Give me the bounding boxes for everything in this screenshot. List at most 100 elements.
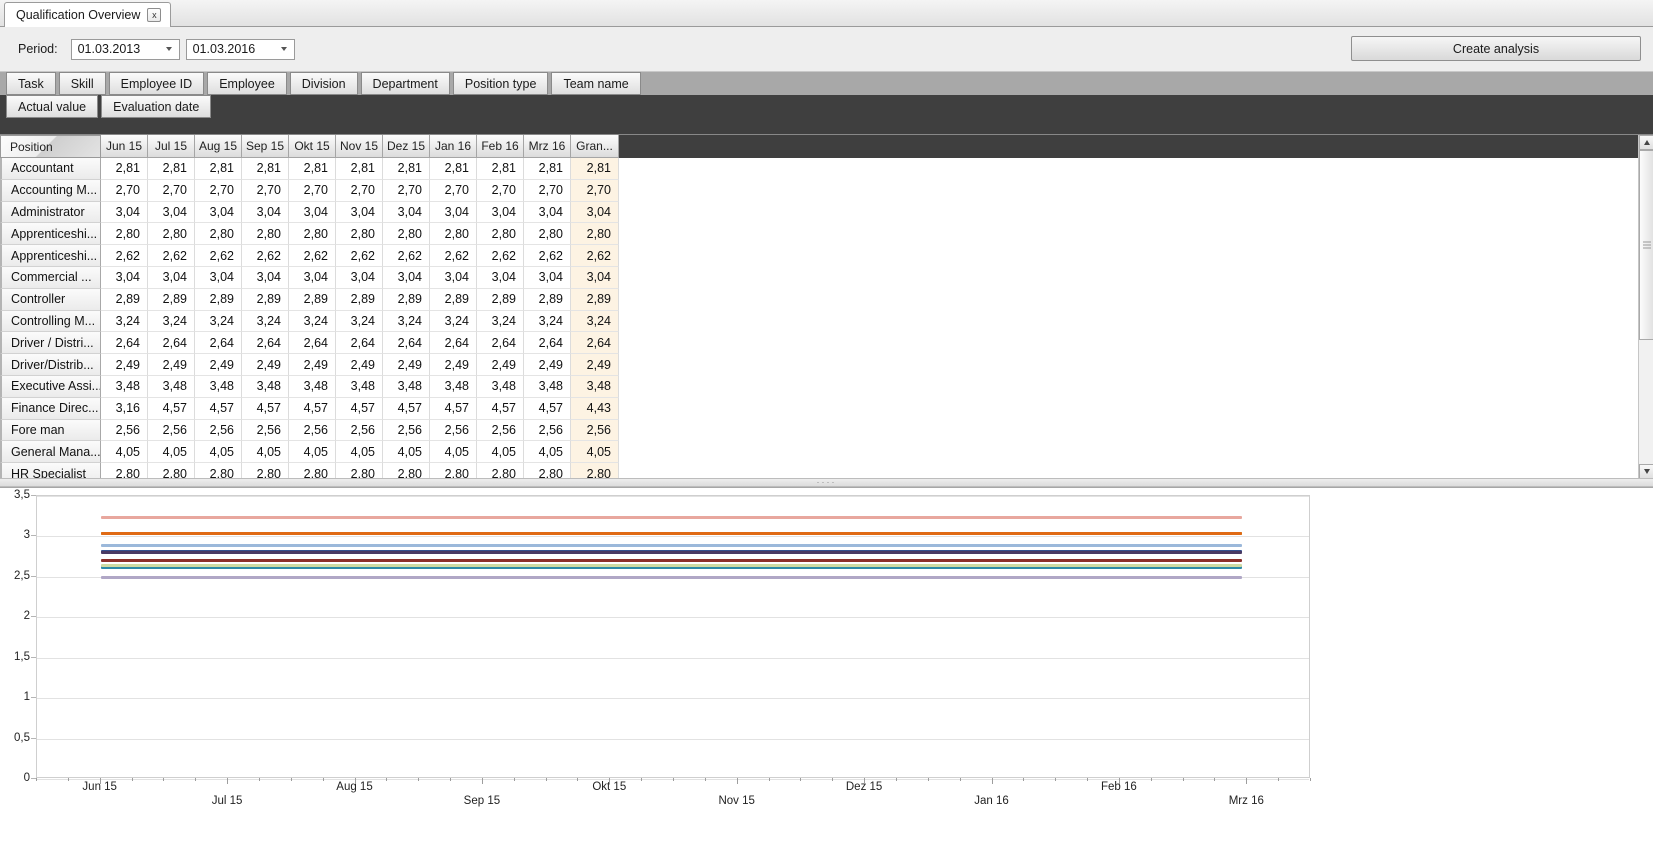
grid-cell-value: 2,62 bbox=[289, 245, 336, 267]
grid-header-mrz-16[interactable]: Mrz 16 bbox=[524, 135, 571, 158]
grid-cell-value: 2,64 bbox=[242, 332, 289, 354]
splitter-grip: ···· bbox=[817, 478, 837, 487]
grid-cell-value: 2,64 bbox=[524, 332, 571, 354]
dimension-chip-skill[interactable]: Skill bbox=[59, 72, 106, 95]
grid-cell-value: 2,80 bbox=[430, 223, 477, 245]
grid-cell-value: 2,70 bbox=[383, 180, 430, 202]
grid-header-nov-15[interactable]: Nov 15 bbox=[336, 135, 383, 158]
chart-x-tick bbox=[1023, 778, 1024, 781]
row-header-position[interactable]: Controlling M... bbox=[0, 311, 101, 333]
chip-label: Department bbox=[373, 77, 438, 91]
chart-x-tick bbox=[1246, 778, 1247, 784]
dimension-chip-employee-id[interactable]: Employee ID bbox=[109, 72, 205, 95]
period-to-value: 01.03.2016 bbox=[193, 42, 256, 56]
grid-header-label: Gran... bbox=[576, 139, 613, 153]
grid-cell-value: 2,80 bbox=[101, 223, 148, 245]
dimension-chip-task[interactable]: Task bbox=[6, 72, 56, 95]
chart-gridline bbox=[37, 496, 1309, 497]
measure-chip-evaluation-date[interactable]: Evaluation date bbox=[101, 95, 211, 118]
grid-cell-value: 2,62 bbox=[477, 245, 524, 267]
scroll-down-icon[interactable] bbox=[1639, 464, 1653, 479]
grid-header-dez-15[interactable]: Dez 15 bbox=[383, 135, 430, 158]
row-header-position[interactable]: Finance Direc... bbox=[0, 398, 101, 420]
grid-cell-value: 3,48 bbox=[524, 376, 571, 398]
chart-x-tick-label: Jan 16 bbox=[974, 795, 1009, 807]
grid-cell-value: 2,81 bbox=[195, 158, 242, 180]
grid-cell-value: 2,56 bbox=[148, 420, 195, 442]
row-header-position[interactable]: Driver / Distri... bbox=[0, 332, 101, 354]
grid-cell-value: 4,57 bbox=[430, 398, 477, 420]
grid-cell-value: 2,62 bbox=[524, 245, 571, 267]
grid-header-position[interactable]: Position bbox=[0, 135, 101, 158]
scrollbar-thumb[interactable] bbox=[1639, 150, 1653, 340]
dimension-chip-division[interactable]: Division bbox=[290, 72, 358, 95]
chart-gridline bbox=[37, 698, 1309, 699]
row-header-position[interactable]: Accounting M... bbox=[0, 180, 101, 202]
row-header-position[interactable]: Commercial ... bbox=[0, 267, 101, 289]
measure-chip-actual-value[interactable]: Actual value bbox=[6, 95, 98, 118]
horizontal-splitter[interactable]: ···· bbox=[0, 478, 1653, 487]
grid-cell-value: 4,05 bbox=[289, 441, 336, 463]
grid-cell-value: 4,57 bbox=[195, 398, 242, 420]
table-row: Controller2,892,892,892,892,892,892,892,… bbox=[0, 289, 1653, 311]
grid-cell-value: 2,62 bbox=[430, 245, 477, 267]
grid-cell-value: 4,05 bbox=[195, 441, 242, 463]
grid-header-jul-15[interactable]: Jul 15 bbox=[148, 135, 195, 158]
row-header-position[interactable]: Apprenticeshi... bbox=[0, 223, 101, 245]
row-header-position[interactable]: Administrator bbox=[0, 202, 101, 224]
table-row: Driver/Distrib...2,492,492,492,492,492,4… bbox=[0, 354, 1653, 376]
grid-cell-value: 2,62 bbox=[336, 245, 383, 267]
row-header-position[interactable]: Accountant bbox=[0, 158, 101, 180]
row-header-position[interactable]: Controller bbox=[0, 289, 101, 311]
grid-header-jun-15[interactable]: Jun 15 bbox=[101, 135, 148, 158]
grid-header-gran-[interactable]: Gran... bbox=[571, 135, 619, 158]
chart-gridline bbox=[37, 739, 1309, 740]
create-analysis-button[interactable]: Create analysis bbox=[1351, 36, 1641, 61]
grid-cell-value: 3,24 bbox=[477, 311, 524, 333]
grid-header-position-label: Position bbox=[10, 140, 53, 154]
grid-header-sep-15[interactable]: Sep 15 bbox=[242, 135, 289, 158]
grid-cell-value: 3,04 bbox=[242, 267, 289, 289]
grid-header-feb-16[interactable]: Feb 16 bbox=[477, 135, 524, 158]
grid-cell-value: 2,80 bbox=[524, 223, 571, 245]
period-to-dropdown[interactable]: 01.03.2016 bbox=[186, 39, 295, 60]
chart-y-tick-label: 0 bbox=[0, 772, 30, 784]
grid-cell-value: 2,80 bbox=[430, 463, 477, 479]
dimension-chip-position-type[interactable]: Position type bbox=[453, 72, 549, 95]
row-header-position[interactable]: HR Specialist bbox=[0, 463, 101, 479]
dimension-chip-team-name[interactable]: Team name bbox=[551, 72, 640, 95]
row-header-label: Accountant bbox=[11, 161, 74, 175]
grid-header-jan-16[interactable]: Jan 16 bbox=[430, 135, 477, 158]
grid-vertical-scrollbar[interactable] bbox=[1638, 135, 1653, 479]
chart-series-line bbox=[101, 532, 1242, 535]
grid-cell-value: 2,64 bbox=[430, 332, 477, 354]
grid-cell-value: 2,62 bbox=[195, 245, 242, 267]
grid-header-label: Feb 16 bbox=[481, 139, 518, 153]
row-header-position[interactable]: Fore man bbox=[0, 420, 101, 442]
tab-qualification-overview[interactable]: Qualification Overview x bbox=[4, 2, 171, 28]
grid-cell-value: 2,70 bbox=[336, 180, 383, 202]
chart-x-tick-label: Jul 15 bbox=[212, 795, 243, 807]
row-header-position[interactable]: Apprenticeshi... bbox=[0, 245, 101, 267]
row-header-position[interactable]: Driver/Distrib... bbox=[0, 354, 101, 376]
chart-x-tick bbox=[514, 778, 515, 781]
chart-x-tick bbox=[323, 778, 324, 781]
grid-cell-value: 2,80 bbox=[289, 223, 336, 245]
chart-y-tick-label: 3 bbox=[0, 529, 30, 541]
scroll-up-icon[interactable] bbox=[1639, 135, 1653, 150]
close-icon[interactable]: x bbox=[147, 8, 161, 22]
grid-cell-value: 2,81 bbox=[242, 158, 289, 180]
period-from-value: 01.03.2013 bbox=[78, 42, 141, 56]
row-header-position[interactable]: Executive Assi... bbox=[0, 376, 101, 398]
grid-header-okt-15[interactable]: Okt 15 bbox=[289, 135, 336, 158]
row-header-position[interactable]: General Mana... bbox=[0, 441, 101, 463]
dimension-chip-department[interactable]: Department bbox=[361, 72, 450, 95]
chart-x-tick bbox=[195, 778, 196, 781]
grid-cell-value: 4,05 bbox=[430, 441, 477, 463]
dimension-chip-employee[interactable]: Employee bbox=[207, 72, 287, 95]
chart-y-tick-label: 2 bbox=[0, 610, 30, 622]
chart-gridline bbox=[37, 536, 1309, 537]
period-from-dropdown[interactable]: 01.03.2013 bbox=[71, 39, 180, 60]
grid-header-label: Sep 15 bbox=[246, 139, 284, 153]
grid-header-aug-15[interactable]: Aug 15 bbox=[195, 135, 242, 158]
